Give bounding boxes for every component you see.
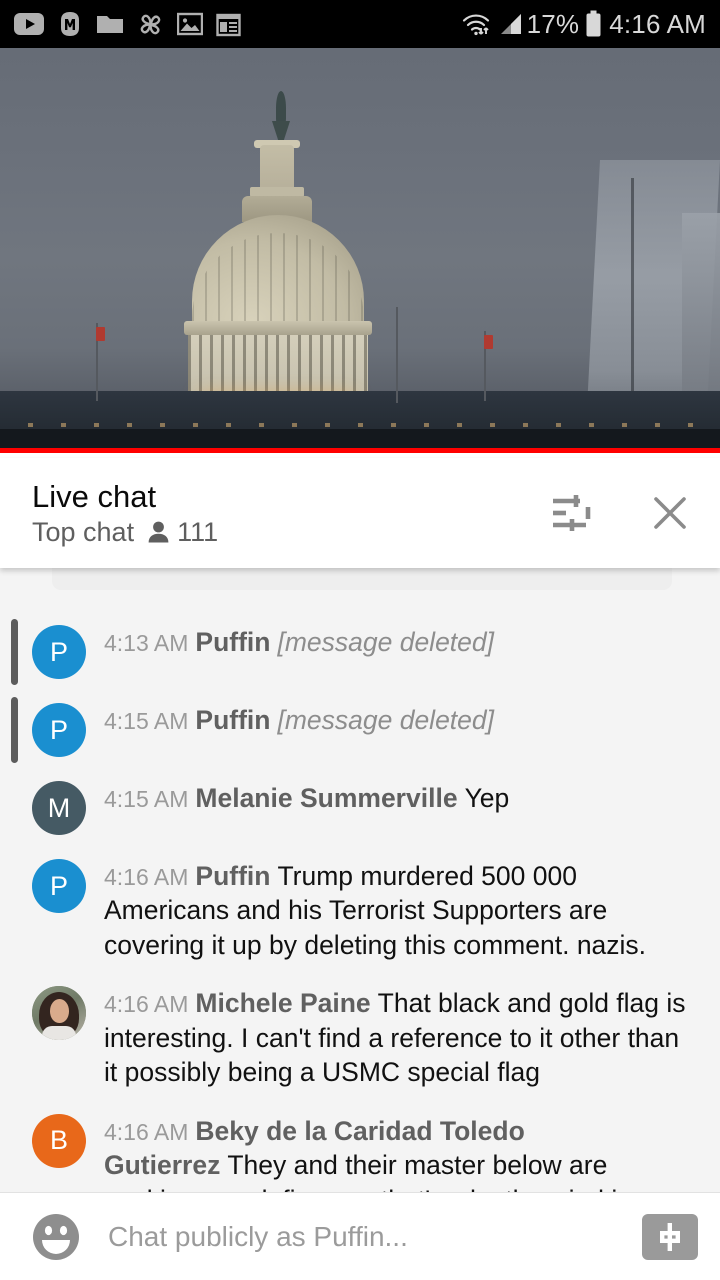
status-clock: 4:16 AM xyxy=(609,8,706,39)
distant-lights xyxy=(0,423,720,427)
avatar-initial: P xyxy=(49,636,68,667)
avatar-photo-face xyxy=(50,999,69,1024)
message-timestamp: 4:15 AM xyxy=(104,708,189,734)
avatar[interactable]: P xyxy=(32,625,86,679)
status-bar: 17% 4:16 AM xyxy=(0,0,720,48)
chat-input-bar xyxy=(0,1192,720,1280)
avatar[interactable]: B xyxy=(32,1113,86,1168)
viewer-count-group: 111 xyxy=(147,516,219,547)
dome-lantern xyxy=(260,145,294,189)
wifi-data-icon xyxy=(462,14,489,36)
emoji-smiley-icon[interactable] xyxy=(30,1211,82,1263)
message-body: 4:16 AM Michele Paine That black and gold … xyxy=(104,984,694,1089)
deleted-message-text: [message deleted] xyxy=(277,627,495,657)
message-timestamp: 4:16 AM xyxy=(104,991,189,1018)
person-icon xyxy=(148,521,169,543)
message-body: 4:16 AM Puffin Trump murdered 500 000 Amer… xyxy=(104,857,694,962)
avatar-initial: M xyxy=(47,792,71,823)
statue-of-freedom xyxy=(276,91,286,125)
message-author[interactable]: Puffin xyxy=(195,705,270,735)
message-text: That black and gold flag is interesting.… xyxy=(104,988,686,1088)
avatar-initial: P xyxy=(49,870,68,901)
dome-cornice-ring xyxy=(184,321,372,335)
deleted-message-indicator xyxy=(11,697,18,763)
video-player[interactable] xyxy=(0,48,720,453)
chat-mode-label[interactable]: Top chat xyxy=(32,518,134,546)
photo-icon xyxy=(177,12,203,36)
message-timestamp: 4:13 AM xyxy=(104,630,189,656)
message-author[interactable]: Michele Paine xyxy=(195,988,370,1018)
calendar-icon xyxy=(216,13,241,36)
deleted-message-indicator xyxy=(11,619,18,685)
chat-message[interactable]: P 4:15 AM Puffin [message deleted] xyxy=(0,690,720,768)
tune-icon xyxy=(553,495,591,531)
chat-message[interactable]: 4:16 AM Michele Paine That black and gold … xyxy=(0,973,720,1100)
message-timestamp: 4:15 AM xyxy=(104,786,189,812)
video-progress-bar[interactable] xyxy=(0,448,720,453)
flag-left xyxy=(96,327,105,341)
page-title: Live chat xyxy=(32,478,157,514)
battery-icon xyxy=(586,10,601,37)
folder-icon xyxy=(97,15,123,33)
message-timestamp: 4:16 AM xyxy=(104,1118,189,1145)
chat-subtitle-row: Top chat 111 xyxy=(32,516,219,547)
superchat-button[interactable] xyxy=(642,1213,698,1260)
partially-scrolled-message-card xyxy=(52,568,672,590)
chat-message[interactable]: B 4:16 AM Beky de la Caridad Toledo Gutier… xyxy=(0,1101,720,1192)
message-timestamp: 4:16 AM xyxy=(104,864,189,890)
viewer-count-label: 111 xyxy=(177,516,219,547)
pinwheel-icon xyxy=(140,14,161,34)
close-chat-button[interactable] xyxy=(646,489,694,537)
avatar[interactable]: P xyxy=(32,859,86,913)
close-icon xyxy=(654,497,686,529)
live-chat-header: Live chat Top chat 111 xyxy=(0,458,720,568)
chat-message[interactable]: M 4:15 AM Melanie Summerville Yep xyxy=(0,768,720,846)
chat-settings-button[interactable] xyxy=(548,489,596,537)
status-notification-icons xyxy=(14,11,241,38)
dome-colonnade-columns xyxy=(188,335,368,399)
avatar-initial: P xyxy=(49,714,68,745)
avatar[interactable]: M xyxy=(32,781,86,835)
message-body: 4:15 AM Melanie Summerville Yep xyxy=(104,779,694,815)
message-author[interactable]: Melanie Summerville xyxy=(195,783,457,813)
avatar[interactable]: P xyxy=(32,703,86,757)
avatar[interactable] xyxy=(32,986,86,1041)
status-system-icons: 17% 4:16 AM xyxy=(461,9,706,40)
avatar-initial: B xyxy=(49,1125,68,1156)
message-author[interactable]: Puffin xyxy=(195,627,270,657)
cellular-signal-icon xyxy=(500,14,521,34)
flagpole-center xyxy=(396,307,398,403)
chat-header-actions xyxy=(548,489,694,537)
chat-input[interactable] xyxy=(82,1220,642,1253)
flag-right xyxy=(484,335,493,349)
message-body: 4:13 AM Puffin [message deleted] xyxy=(104,623,694,659)
message-text: Yep xyxy=(464,783,510,813)
messages-container: P 4:13 AM Puffin [message deleted] P 4:15 AM P… xyxy=(0,612,720,1192)
chat-message[interactable]: P 4:16 AM Puffin Trump murdered 500 000 Ame… xyxy=(0,846,720,973)
dollar-sign-icon xyxy=(660,1222,680,1251)
youtube-icon xyxy=(14,13,44,35)
youtube-live-chat-screen: 17% 4:16 AM Live chat Top chat 111 P 4:1… xyxy=(0,0,720,1280)
chat-message-list[interactable]: P 4:13 AM Puffin [message deleted] P 4:15 AM P… xyxy=(0,568,720,1192)
message-body: 4:16 AM Beky de la Caridad Toledo Gutierr… xyxy=(104,1112,694,1192)
message-body: 4:15 AM Puffin [message deleted] xyxy=(104,701,694,737)
battery-percent-label: 17% xyxy=(526,8,580,39)
deleted-message-text: [message deleted] xyxy=(277,705,495,735)
chat-message[interactable]: P 4:13 AM Puffin [message deleted] xyxy=(0,612,720,690)
message-author[interactable]: Puffin xyxy=(195,861,270,891)
chat-title-block: Live chat Top chat 111 xyxy=(32,481,218,546)
m-badge-icon xyxy=(61,12,79,36)
avatar-photo-body xyxy=(42,1026,76,1041)
